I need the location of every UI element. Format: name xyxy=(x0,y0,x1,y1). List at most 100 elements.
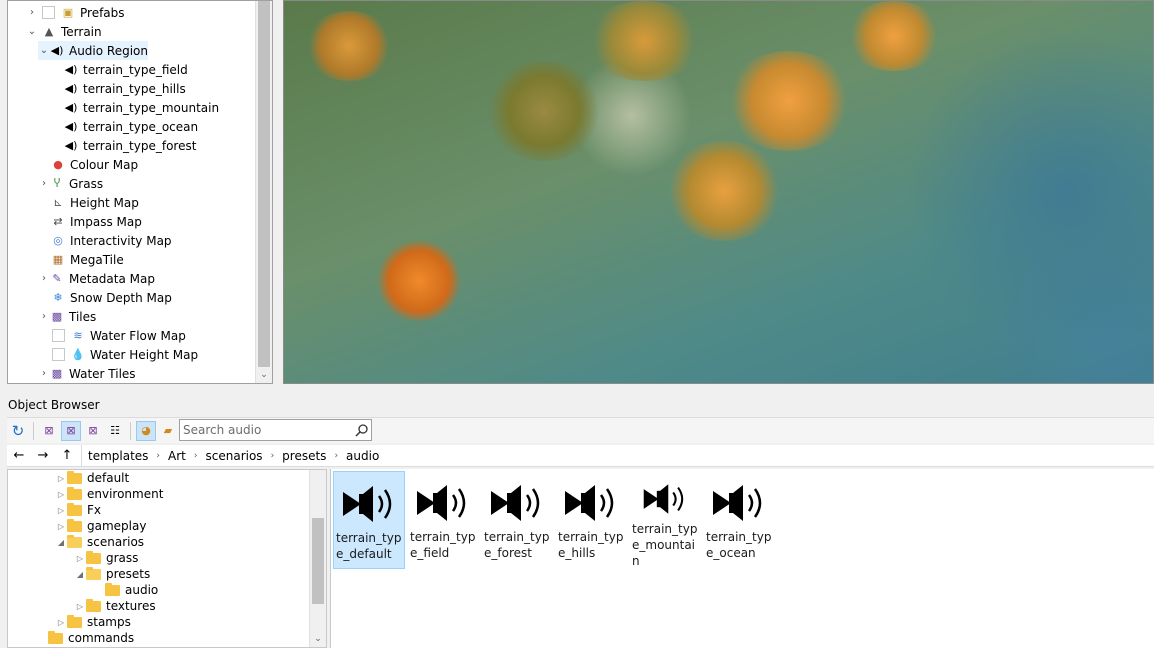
tree-item-water-height-map[interactable]: 💧 Water Height Map xyxy=(52,345,198,364)
tree-item-audio-region[interactable]: ⌄ ◀) Audio Region xyxy=(38,41,148,60)
forward-arrow-icon[interactable]: → xyxy=(31,445,55,467)
tree-item-terrain[interactable]: ⌄ ▲ Terrain xyxy=(26,22,102,41)
asset-tile[interactable]: terrain_type_ocean xyxy=(703,471,775,569)
tree-item-tiles[interactable]: › ▩ Tiles xyxy=(38,307,96,326)
expand-arrow-icon[interactable]: ▷ xyxy=(56,520,66,532)
object-browser-title: Object Browser xyxy=(8,398,100,412)
tree-scrollbar[interactable]: ⌄ xyxy=(255,1,272,383)
tree-item-impass-map[interactable]: ⇄ Impass Map xyxy=(51,212,141,231)
tree-item-snow-depth-map[interactable]: ❄ Snow Depth Map xyxy=(51,288,172,307)
chevron-right-icon[interactable]: › xyxy=(38,273,50,285)
tree-item-terrain-type-forest[interactable]: ◀) terrain_type_forest xyxy=(64,136,197,155)
breadcrumb-item[interactable]: scenarios xyxy=(204,449,265,463)
folder-item-textures[interactable]: ▷ textures xyxy=(75,598,156,614)
filter-type-icon[interactable]: ⊠ xyxy=(39,421,59,441)
scrollbar-thumb[interactable] xyxy=(258,1,270,367)
search-box[interactable]: Search audio xyxy=(179,419,372,441)
folder-item-commands[interactable]: commands xyxy=(48,630,134,646)
scrollbar-thumb[interactable] xyxy=(312,518,324,604)
asset-tile[interactable]: terrain_type_mountain xyxy=(629,471,701,569)
tree-item-height-map[interactable]: ⊾ Height Map xyxy=(51,193,138,212)
tree-item-megatile[interactable]: ▦ MegaTile xyxy=(51,250,124,269)
folder-item-stamps[interactable]: ▷ stamps xyxy=(56,614,131,630)
filter-outline-icon[interactable]: ⊠ xyxy=(83,421,103,441)
folder-label: scenarios xyxy=(87,535,145,549)
folder-tree-scrollbar[interactable]: ⌄ xyxy=(309,470,326,647)
breadcrumb-chevron-icon[interactable]: › xyxy=(265,451,281,461)
collapse-arrow-icon[interactable]: ◢ xyxy=(56,536,66,548)
tiles-icon: ▩ xyxy=(51,310,63,323)
tree-item-prefabs[interactable]: › ▣ Prefabs xyxy=(26,3,125,22)
visibility-checkbox[interactable] xyxy=(42,6,55,19)
terrain-viewport[interactable] xyxy=(283,0,1154,384)
tree-item-terrain-type-hills[interactable]: ◀) terrain_type_hills xyxy=(64,79,186,98)
scroll-down-arrow-icon[interactable]: ⌄ xyxy=(310,631,326,647)
expand-arrow-icon[interactable]: ▷ xyxy=(75,552,85,564)
folder-item-gameplay[interactable]: ▷ gameplay xyxy=(56,518,146,534)
breadcrumb-chevron-icon[interactable]: › xyxy=(188,451,204,461)
visibility-checkbox[interactable] xyxy=(52,348,65,361)
expand-arrow-icon[interactable]: ▷ xyxy=(56,472,66,484)
folder-label: audio xyxy=(125,583,159,597)
folder-item-fx[interactable]: ▷ Fx xyxy=(56,502,101,518)
terrain-icon: ▲ xyxy=(44,25,54,38)
chevron-down-icon[interactable]: ⌄ xyxy=(26,26,38,38)
scroll-down-arrow-icon[interactable]: ⌄ xyxy=(256,367,272,383)
folder-tree[interactable]: ▷ default ▷ environment ▷ Fx ▷ gameplay … xyxy=(7,469,327,648)
chevron-right-icon[interactable]: › xyxy=(38,311,50,323)
asset-label: terrain_type_forest xyxy=(484,530,550,560)
collapse-arrow-icon[interactable]: ◢ xyxy=(75,568,85,580)
filter-active-icon[interactable]: ⊠ xyxy=(61,420,81,441)
breadcrumb-item[interactable]: presets xyxy=(280,449,328,463)
asset-label: terrain_type_mountain xyxy=(632,522,698,568)
folder-item-grass[interactable]: ▷ grass xyxy=(75,550,138,566)
tree-item-grass[interactable]: › Ⴤ Grass xyxy=(38,174,103,193)
breadcrumb-item[interactable]: Art xyxy=(166,449,188,463)
visibility-checkbox[interactable] xyxy=(52,329,65,342)
chevron-right-icon[interactable]: › xyxy=(38,368,50,380)
asset-tile[interactable]: terrain_type_default xyxy=(333,471,405,569)
folder-item-presets[interactable]: ◢ presets xyxy=(75,566,150,582)
tree-item-terrain-type-mountain[interactable]: ◀) terrain_type_mountain xyxy=(64,98,219,117)
refresh-icon[interactable]: ↻ xyxy=(8,421,28,441)
breadcrumb-item[interactable]: audio xyxy=(344,449,381,463)
folder-item-default[interactable]: ▷ default xyxy=(56,470,129,486)
chevron-down-icon[interactable]: ⌄ xyxy=(38,45,50,57)
folder-item-environment[interactable]: ▷ environment xyxy=(56,486,163,502)
tree-item-terrain-type-field[interactable]: ◀) terrain_type_field xyxy=(64,60,188,79)
search-icon[interactable] xyxy=(353,421,371,439)
expand-arrow-icon[interactable]: ▷ xyxy=(56,488,66,500)
asset-tile[interactable]: terrain_type_field xyxy=(407,471,479,569)
asset-grid[interactable]: terrain_type_default terrain_type_field … xyxy=(330,469,1154,648)
up-arrow-icon[interactable]: ↑ xyxy=(55,445,79,467)
chevron-right-icon[interactable]: › xyxy=(38,178,50,190)
folder-item-scenarios[interactable]: ◢ scenarios xyxy=(56,534,144,550)
search-input[interactable]: Search audio xyxy=(180,423,353,437)
scene-tree-panel[interactable]: › ▣ Prefabs ⌄ ▲ Terrain ⌄ ◀) Audio Regio… xyxy=(7,0,273,384)
tree-item-label: Water Height Map xyxy=(90,347,199,362)
show-folders-icon[interactable]: ▰ xyxy=(158,421,178,441)
breadcrumb-chevron-icon[interactable]: › xyxy=(328,451,344,461)
breadcrumb-chevron-icon[interactable]: › xyxy=(150,451,166,461)
tree-item-water-flow-map[interactable]: ≋ Water Flow Map xyxy=(52,326,186,345)
show-assets-icon[interactable]: ◕ xyxy=(136,420,156,441)
expand-arrow-icon[interactable]: ▷ xyxy=(56,616,66,628)
breadcrumb-item[interactable]: templates xyxy=(86,449,150,463)
asset-tile[interactable]: terrain_type_forest xyxy=(481,471,553,569)
list-view-icon[interactable]: ☷ xyxy=(105,421,125,441)
folder-label: gameplay xyxy=(87,519,147,533)
tree-item-label: terrain_type_hills xyxy=(83,81,186,96)
folder-item-audio[interactable]: audio xyxy=(105,582,158,598)
back-arrow-icon[interactable]: ← xyxy=(7,445,31,467)
tree-item-terrain-type-ocean[interactable]: ◀) terrain_type_ocean xyxy=(64,117,199,136)
expand-arrow-icon[interactable]: ▷ xyxy=(75,600,85,612)
impass-map-icon: ⇄ xyxy=(53,215,63,228)
tree-item-label: Terrain xyxy=(61,24,102,39)
expand-arrow-icon[interactable]: ▷ xyxy=(56,504,66,516)
chevron-right-icon[interactable]: › xyxy=(26,7,38,19)
tree-item-metadata-map[interactable]: › ✎ Metadata Map xyxy=(38,269,155,288)
asset-tile[interactable]: terrain_type_hills xyxy=(555,471,627,569)
tree-item-water-tiles[interactable]: › ▩ Water Tiles xyxy=(38,364,136,383)
tree-item-colour-map[interactable]: ● Colour Map xyxy=(51,155,138,174)
tree-item-interactivity-map[interactable]: ◎ Interactivity Map xyxy=(51,231,171,250)
